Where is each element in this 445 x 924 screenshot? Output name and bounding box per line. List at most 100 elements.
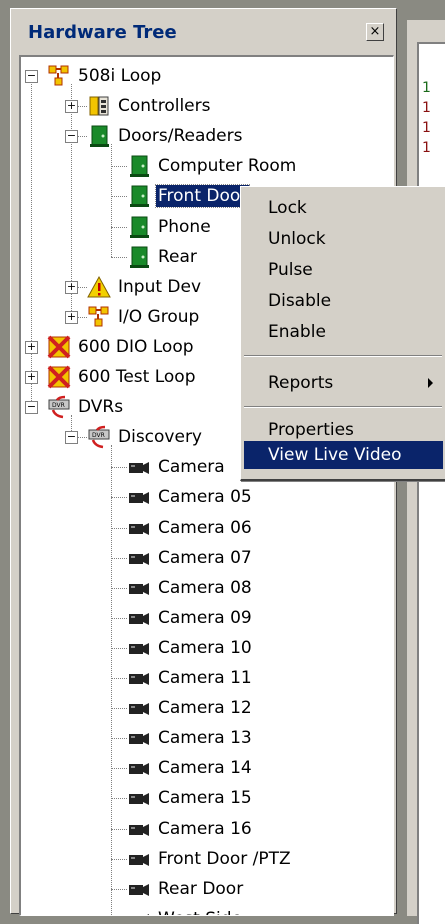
tree-node[interactable]: − 508i Loop [21, 61, 391, 91]
door-icon [127, 184, 151, 208]
tree-node[interactable]: Camera 14 [21, 753, 391, 783]
tree-node-label[interactable]: Camera 08 [156, 577, 254, 599]
camera-icon [127, 907, 151, 915]
tree-node-label[interactable]: 600 DIO Loop [76, 336, 196, 358]
controller-icon [87, 94, 111, 118]
details-list[interactable]: 1 1 1 1 [417, 42, 445, 924]
camera-icon [127, 726, 151, 750]
tree-node-label[interactable]: Camera 06 [156, 517, 254, 539]
hardware-tree-view[interactable]: − 508i Loop + Controllers − Doors/Readers Comp… [19, 55, 394, 916]
tree-node-label[interactable]: Phone [156, 216, 213, 238]
door-icon [127, 215, 151, 239]
detail-row-mark: 1 [422, 80, 431, 96]
tree-node-label[interactable]: West Side [156, 908, 244, 915]
menu-item-label: Reports [268, 373, 334, 393]
camera-icon [127, 786, 151, 810]
tree-node-label[interactable]: Camera 07 [156, 547, 254, 569]
detail-row-mark: 1 [422, 100, 431, 116]
tree-node-label[interactable]: Front Door [154, 184, 251, 209]
expand-icon[interactable]: + [25, 340, 38, 354]
tree-node-label[interactable]: Camera 11 [156, 667, 254, 689]
loop-icon [87, 305, 111, 329]
tree-node[interactable]: Camera 06 [21, 513, 391, 543]
collapse-icon[interactable]: − [25, 70, 38, 83]
menu-item-label: Properties [268, 420, 354, 440]
camera-icon [127, 455, 151, 479]
tree-node-label[interactable]: Camera 10 [156, 637, 254, 659]
menu-item-view-live-video[interactable]: View Live Video [244, 441, 443, 469]
tree-node-label[interactable]: Camera 16 [156, 818, 254, 840]
tree-node[interactable]: Front Door /PTZ [21, 844, 391, 874]
offline-loop-icon [47, 335, 71, 359]
tree-node-label[interactable]: Discovery [116, 426, 204, 448]
menu-item-unlock[interactable]: Unlock [244, 225, 443, 253]
tree-node-label[interactable]: Camera [156, 456, 227, 478]
svg-text:DVR: DVR [52, 402, 65, 409]
camera-icon [127, 847, 151, 871]
tree-node[interactable]: West Side [21, 904, 391, 915]
expand-icon[interactable]: + [65, 280, 78, 294]
tree-node-label[interactable]: Camera 09 [156, 607, 254, 629]
tree-node[interactable]: Camera 07 [21, 543, 391, 573]
tree-node[interactable]: Camera 15 [21, 783, 391, 813]
collapse-icon[interactable]: − [65, 431, 78, 445]
tree-node-label[interactable]: I/O Group [116, 306, 201, 328]
submenu-arrow-icon [428, 378, 433, 388]
menu-item-pulse[interactable]: Pulse [244, 256, 443, 284]
camera-icon [127, 576, 151, 600]
tree-node[interactable]: Camera 09 [21, 603, 391, 633]
collapse-icon[interactable]: − [25, 401, 38, 415]
tree-node-label[interactable]: Input Dev [116, 276, 203, 298]
context-menu: Lock Unlock Pulse Disable Enable Reports Prope… [240, 186, 445, 481]
tree-node[interactable]: Camera 05 [21, 482, 391, 512]
camera-icon [127, 636, 151, 660]
menu-item-reports[interactable]: Reports [244, 369, 443, 397]
tree-node[interactable]: Camera 10 [21, 633, 391, 663]
camera-icon [127, 877, 151, 901]
tree-node[interactable]: Rear Door [21, 874, 391, 904]
door-icon [127, 245, 151, 269]
menu-item-disable[interactable]: Disable [244, 287, 443, 315]
dvr-icon: DVR [87, 425, 111, 449]
tree-node-label[interactable]: Camera 15 [156, 787, 254, 809]
offline-loop-icon [47, 365, 71, 389]
svg-text:DVR: DVR [92, 432, 105, 439]
tree-node-label[interactable]: Rear Door [156, 878, 245, 900]
menu-separator [244, 355, 442, 357]
tree-node[interactable]: Camera 12 [21, 693, 391, 723]
tree-node-label[interactable]: DVRs [76, 396, 125, 418]
collapse-icon[interactable]: − [65, 130, 78, 144]
tree-node[interactable]: Camera 08 [21, 573, 391, 603]
tree-node-label[interactable]: 508i Loop [76, 65, 163, 87]
menu-item-enable[interactable]: Enable [244, 318, 443, 346]
tree-node-label[interactable]: Front Door /PTZ [156, 848, 293, 870]
tree-node[interactable]: Camera 13 [21, 723, 391, 753]
camera-icon [127, 756, 151, 780]
tree-node[interactable]: Camera 11 [21, 663, 391, 693]
expand-icon[interactable]: + [25, 371, 38, 384]
menu-item-properties[interactable]: Properties [244, 416, 443, 444]
menu-item-label: Unlock [268, 229, 326, 249]
tree-node-label[interactable]: Camera 13 [156, 727, 254, 749]
tree-node[interactable]: Computer Room [21, 151, 391, 181]
tree-node-label[interactable]: Camera 12 [156, 697, 254, 719]
panel-title: Hardware Tree [28, 22, 177, 43]
menu-item-label: Disable [268, 291, 332, 311]
expand-icon[interactable]: + [65, 100, 78, 114]
camera-icon [127, 817, 151, 841]
expand-icon[interactable]: + [65, 310, 78, 324]
tree-node[interactable]: − Doors/Readers [21, 121, 391, 151]
tree-node-label[interactable]: Camera 05 [156, 486, 254, 508]
tree-node[interactable]: + Controllers [21, 91, 391, 121]
tree-node-label[interactable]: Rear [156, 246, 199, 268]
tree-node-label[interactable]: Camera 14 [156, 757, 254, 779]
tree-node-label[interactable]: Computer Room [156, 155, 298, 177]
menu-item-label: Enable [268, 322, 326, 342]
menu-item-lock[interactable]: Lock [244, 194, 443, 222]
tree-node-label[interactable]: Doors/Readers [116, 125, 245, 147]
camera-icon [127, 516, 151, 540]
tree-node-label[interactable]: Controllers [116, 95, 212, 117]
tree-node[interactable]: Camera 16 [21, 814, 391, 844]
close-button[interactable]: × [366, 23, 384, 41]
tree-node-label[interactable]: 600 Test Loop [76, 366, 198, 388]
